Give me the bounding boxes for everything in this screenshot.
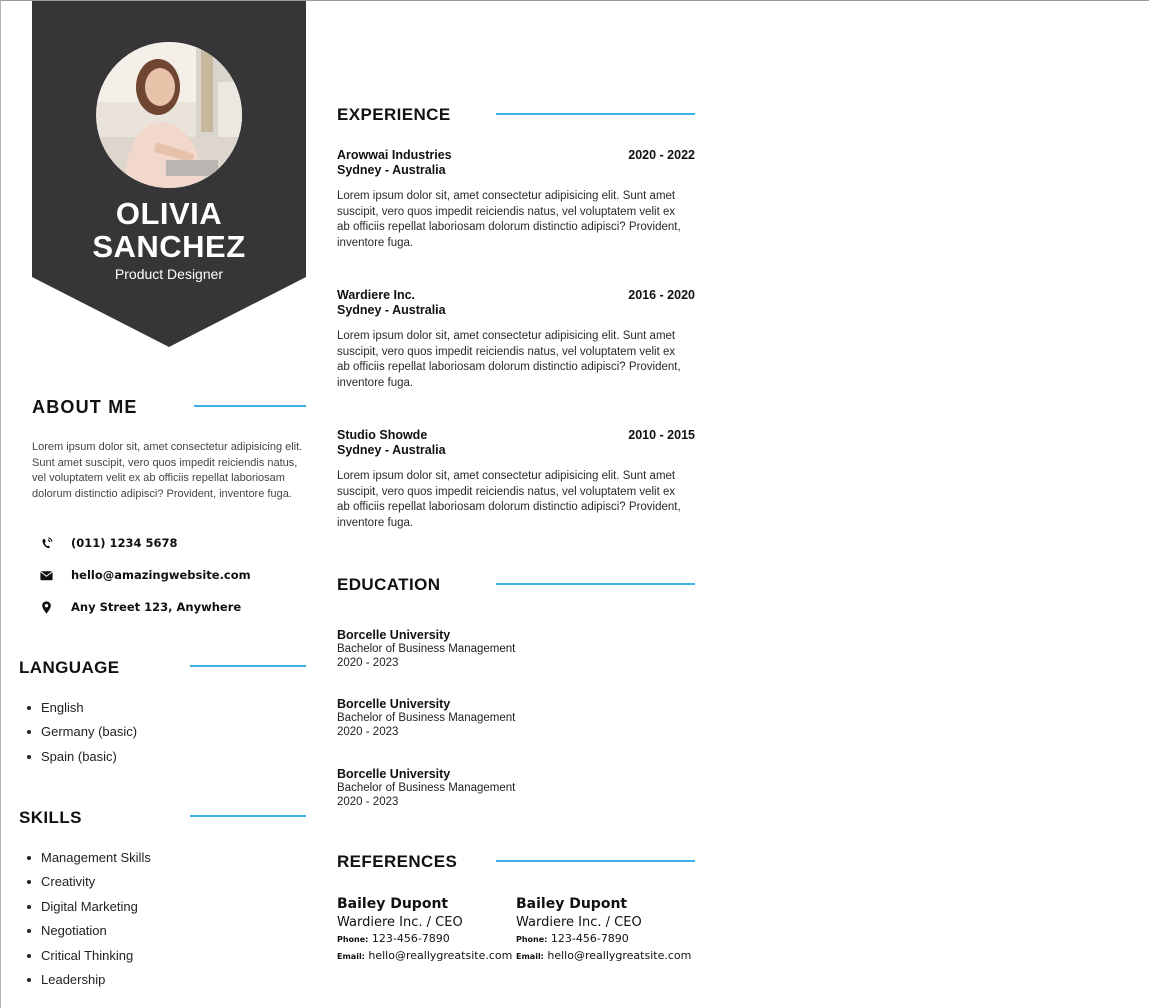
skills-list: Management Skills Creativity Digital Mar… <box>19 849 279 995</box>
school-name: Borcelle University <box>337 767 451 781</box>
phone-icon <box>38 535 54 551</box>
reference-phone: 123-456-7890 <box>371 932 450 945</box>
reference-role: Wardiere Inc. / CEO <box>337 915 463 930</box>
language-item: English <box>19 699 279 723</box>
degree-name: Bachelor of Business Management <box>337 782 516 794</box>
education-entry: Borcelle University Bachelor of Business… <box>337 697 637 739</box>
education-heading: EDUCATION <box>337 575 441 594</box>
reference-email-row: Email: hello@reallygreatsite.com <box>516 949 696 962</box>
skill-item: Critical Thinking <box>19 947 279 971</box>
skills-heading: SKILLS <box>19 808 82 827</box>
language-item: Spain (basic) <box>19 748 279 772</box>
education-years: 2020 - 2023 <box>337 796 399 808</box>
experience-entry: Studio Showde 2010 - 2015 Sydney - Austr… <box>337 428 695 531</box>
envelope-icon <box>38 567 54 583</box>
skill-item: Digital Marketing <box>19 898 279 922</box>
references-rule <box>496 860 695 862</box>
about-heading: ABOUT ME <box>32 397 138 417</box>
education-years: 2020 - 2023 <box>337 726 399 738</box>
experience-rule <box>496 113 695 115</box>
reference-name: Bailey Dupont <box>337 896 449 912</box>
street-address: Any Street 123, Anywhere <box>71 600 242 614</box>
education-entry: Borcelle University Bachelor of Business… <box>337 767 637 809</box>
degree-name: Bachelor of Business Management <box>337 712 516 724</box>
degree-name: Bachelor of Business Management <box>337 643 516 655</box>
skill-item: Negotiation <box>19 922 279 946</box>
education-rule <box>496 583 695 585</box>
language-list: English Germany (basic) Spain (basic) <box>19 699 279 772</box>
experience-entry: Arowwai Industries 2020 - 2022 Sydney - … <box>337 148 695 251</box>
about-text: Lorem ipsum dolor sit, amet consectetur … <box>32 441 303 500</box>
first-name: OLIVIA <box>115 196 223 231</box>
job-description: Lorem ipsum dolor sit, amet consectetur … <box>337 470 681 529</box>
job-location: Sydney - Australia <box>337 303 446 317</box>
school-name: Borcelle University <box>337 628 451 642</box>
email-label: Email: <box>516 952 544 961</box>
reference-role: Wardiere Inc. / CEO <box>516 915 642 930</box>
education-entry: Borcelle University Bachelor of Business… <box>337 628 637 670</box>
language-item: Germany (basic) <box>19 723 279 747</box>
reference-phone-row: Phone: 123-456-7890 <box>337 932 515 945</box>
job-years: 2020 - 2022 <box>628 148 695 162</box>
skills-rule <box>190 815 306 817</box>
education-years: 2020 - 2023 <box>337 657 399 669</box>
skill-item: Management Skills <box>19 849 279 873</box>
contact-phone: (011) 1234 5678 <box>38 534 298 552</box>
contact-email: hello@amazingwebsite.com <box>38 566 298 584</box>
school-name: Borcelle University <box>337 697 451 711</box>
reference-email-row: Email: hello@reallygreatsite.com <box>337 949 515 962</box>
references-heading: REFERENCES <box>337 852 458 871</box>
email-address: hello@amazingwebsite.com <box>71 568 251 582</box>
reference-name: Bailey Dupont <box>516 896 628 912</box>
reference-email: hello@reallygreatsite.com <box>547 949 692 962</box>
language-heading: LANGUAGE <box>19 658 120 677</box>
job-title: Product Designer <box>114 266 224 282</box>
reference-phone-row: Phone: 123-456-7890 <box>516 932 696 945</box>
about-rule <box>194 405 306 407</box>
job-years: 2016 - 2020 <box>628 288 695 302</box>
skill-item: Creativity <box>19 873 279 897</box>
phone-label: Phone: <box>516 935 548 944</box>
profile-photo <box>96 42 242 188</box>
reference-email: hello@reallygreatsite.com <box>368 949 513 962</box>
experience-heading: EXPERIENCE <box>337 105 451 124</box>
phone-label: Phone: <box>337 935 369 944</box>
job-years: 2010 - 2015 <box>628 428 695 442</box>
email-label: Email: <box>337 952 365 961</box>
reference-card: Bailey Dupont Wardiere Inc. / CEO Phone:… <box>337 896 515 962</box>
phone-number: (011) 1234 5678 <box>71 536 178 550</box>
reference-card: Bailey Dupont Wardiere Inc. / CEO Phone:… <box>516 896 696 962</box>
location-pin-icon <box>38 599 54 615</box>
job-description: Lorem ipsum dolor sit, amet consectetur … <box>337 330 681 389</box>
language-rule <box>190 665 306 667</box>
job-location: Sydney - Australia <box>337 163 446 177</box>
contact-address: Any Street 123, Anywhere <box>38 598 298 616</box>
reference-phone: 123-456-7890 <box>550 932 629 945</box>
job-description: Lorem ipsum dolor sit, amet consectetur … <box>337 190 681 249</box>
job-location: Sydney - Australia <box>337 443 446 457</box>
skill-item: Leadership <box>19 971 279 995</box>
experience-entry: Wardiere Inc. 2016 - 2020 Sydney - Austr… <box>337 288 695 391</box>
last-name: SANCHEZ <box>92 229 246 264</box>
